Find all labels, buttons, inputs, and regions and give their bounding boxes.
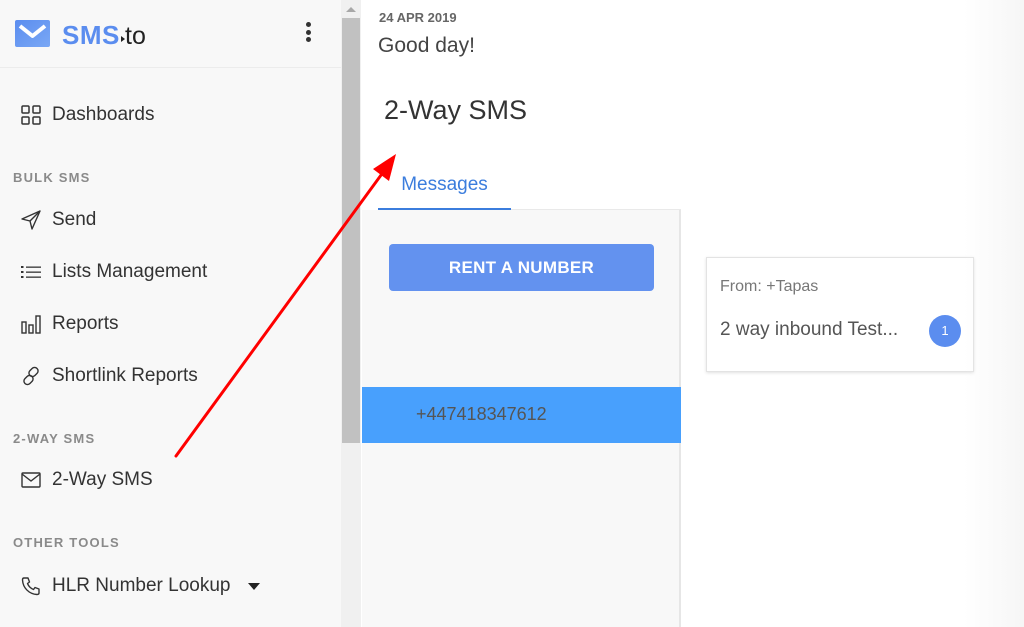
sidebar-item-label: Send bbox=[52, 209, 97, 230]
tab-label: Messages bbox=[401, 174, 488, 195]
sidebar-item-label: Dashboards bbox=[52, 104, 155, 125]
sidebar-item-label: Lists Management bbox=[52, 261, 208, 282]
section-2-way-sms: 2-WAY SMS bbox=[13, 431, 96, 446]
chevron-down-icon[interactable] bbox=[248, 582, 261, 590]
sidebar-item-reports[interactable]: Reports bbox=[20, 309, 119, 339]
phone-icon bbox=[20, 575, 42, 597]
brand-name: SMS bbox=[62, 20, 120, 50]
brand-suffix: to bbox=[125, 22, 146, 50]
edge-shadow bbox=[964, 0, 1024, 627]
envelope-logo-icon bbox=[15, 20, 50, 47]
list-icon bbox=[20, 261, 42, 283]
sidebar-item-label: 2-Way SMS bbox=[52, 469, 153, 490]
logo-bar: SMS to bbox=[0, 0, 341, 68]
sidebar-item-shortlink-reports[interactable]: Shortlink Reports bbox=[20, 361, 198, 391]
link-icon bbox=[20, 365, 42, 387]
sidebar-item-send[interactable]: Send bbox=[20, 205, 96, 235]
grid-icon bbox=[20, 104, 42, 126]
bar-chart-icon bbox=[20, 313, 42, 335]
scroll-up-arrow-icon[interactable] bbox=[346, 7, 356, 12]
envelope-icon bbox=[20, 469, 42, 491]
rent-a-number-button[interactable]: RENT A NUMBER bbox=[389, 244, 654, 291]
conversation-card[interactable]: From: +Tapas 2 way inbound Test... 1 bbox=[706, 257, 974, 372]
kebab-menu-icon[interactable] bbox=[300, 22, 316, 46]
number-list-item[interactable]: +447418347612 bbox=[362, 387, 681, 443]
conversation-preview: 2 way inbound Test... bbox=[720, 319, 899, 340]
conversation-sender: From: +Tapas bbox=[720, 278, 819, 295]
main-content: 24 APR 2019 Good day! 2-Way SMS Messages… bbox=[361, 0, 1024, 627]
sidebar-item-label: HLR Number Lookup bbox=[52, 575, 231, 596]
phone-number: +447418347612 bbox=[416, 404, 547, 424]
section-other-tools: OTHER TOOLS bbox=[13, 535, 120, 550]
sidebar-item-lists-management[interactable]: Lists Management bbox=[20, 257, 207, 287]
sidebar-item-2-way-sms[interactable]: 2-Way SMS bbox=[20, 465, 153, 495]
numbers-panel: RENT A NUMBER +447418347612 bbox=[362, 210, 681, 627]
paper-plane-icon bbox=[20, 209, 42, 231]
current-date: 24 APR 2019 bbox=[379, 10, 457, 25]
page-title: 2-Way SMS bbox=[384, 95, 528, 125]
sidebar-item-label: Shortlink Reports bbox=[52, 365, 198, 386]
unread-count-badge: 1 bbox=[929, 315, 961, 347]
scroll-thumb[interactable] bbox=[342, 18, 360, 443]
section-bulk-sms: BULK SMS bbox=[13, 170, 91, 185]
sidebar-item-label: Reports bbox=[52, 313, 119, 334]
tab-messages[interactable]: Messages bbox=[378, 168, 511, 211]
sidebar: SMS to Dashboards BULK SMS Send Lists Ma… bbox=[0, 0, 341, 627]
sidebar-scrollbar[interactable] bbox=[341, 0, 361, 627]
sidebar-item-hlr-number-lookup[interactable]: HLR Number Lookup bbox=[20, 571, 261, 601]
sidebar-item-dashboards[interactable]: Dashboards bbox=[20, 100, 154, 130]
greeting: Good day! bbox=[378, 34, 475, 57]
